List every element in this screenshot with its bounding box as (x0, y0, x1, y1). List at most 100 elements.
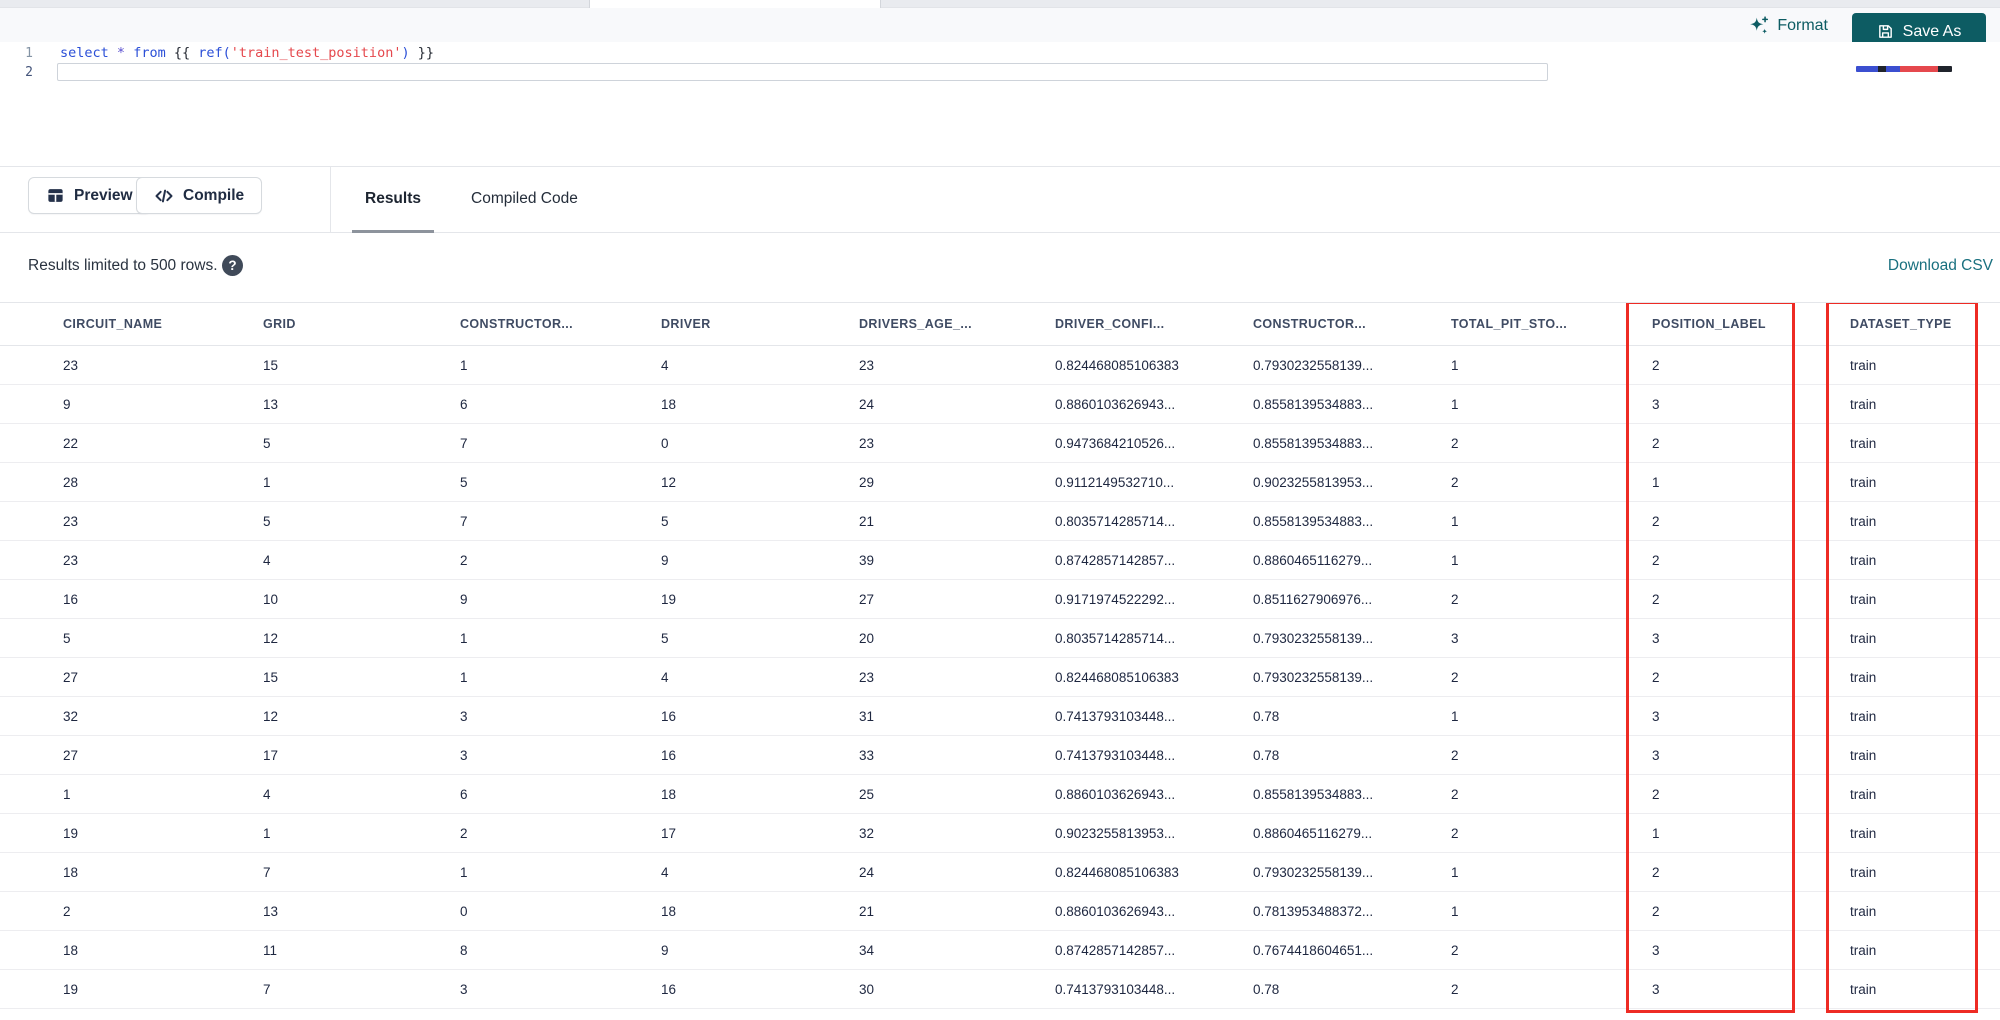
table-cell: 13 (263, 396, 279, 412)
column-header-constructor: CONSTRUCTOR... (460, 317, 574, 331)
table-cell: 0 (460, 903, 468, 919)
table-cell: 0.824468085106383 (1055, 864, 1179, 880)
table-cell: 1 (1451, 903, 1459, 919)
table-cell: 1 (1652, 474, 1660, 490)
download-csv-link[interactable]: Download CSV (1888, 257, 1993, 275)
table-cell: 12 (661, 474, 677, 490)
tab-results[interactable]: Results (352, 167, 434, 233)
table-cell: 2 (1652, 903, 1660, 919)
tab-results-label: Results (365, 189, 421, 207)
table-cell: 17 (263, 747, 279, 763)
table-cell: 1 (263, 825, 271, 841)
table-cell: 0.8035714285714... (1055, 630, 1176, 646)
table-cell: 2 (1451, 786, 1459, 802)
table-cell: 32 (63, 708, 79, 724)
active-file-tab[interactable] (589, 0, 881, 8)
table-cell: 2 (1652, 513, 1660, 529)
table-cell: 16 (661, 708, 677, 724)
preview-button[interactable]: Preview (28, 177, 151, 214)
table-cell: train (1850, 786, 1877, 802)
table-cell: 3 (460, 981, 468, 997)
table-cell: 2 (63, 903, 71, 919)
code-editor[interactable]: 1 2 select * from {{ ref('train_test_pos… (0, 42, 2000, 167)
table-cell: 0.8511627906976... (1253, 591, 1373, 607)
table-cell: 11 (263, 942, 278, 958)
table-cell: 1 (1451, 552, 1459, 568)
table-cell: 24 (859, 864, 875, 880)
table-row: 19 7 3 16 30 0.7413793103448... 0.78 2 3 train (0, 970, 2000, 1009)
table-cell: 2 (1451, 669, 1459, 685)
table-cell: 9 (661, 942, 669, 958)
table-cell: train (1850, 591, 1877, 607)
column-header-driver: DRIVER (661, 317, 711, 331)
table-cell: 4 (661, 864, 669, 880)
table-cell: 0.7413793103448... (1055, 981, 1176, 997)
table-cell: 5 (263, 513, 271, 529)
format-label: Format (1777, 16, 1828, 34)
table-cell: 23 (859, 435, 875, 451)
table-cell: 3 (1652, 396, 1660, 412)
table-cell: 2 (460, 552, 468, 568)
table-cell: 25 (859, 786, 875, 802)
table-cell: train (1850, 708, 1877, 724)
table-cell: 2 (1652, 591, 1660, 607)
table-cell: 0.78 (1253, 747, 1280, 763)
table-cell: 23 (859, 357, 875, 373)
table-cell: 12 (263, 708, 279, 724)
results-info-row: Results limited to 500 rows. ? Download … (0, 233, 2000, 302)
table-cell: 19 (661, 591, 677, 607)
table-cell: 3 (1451, 630, 1459, 646)
column-header-dataset-type: DATASET_TYPE (1850, 317, 1952, 331)
code-icon (155, 189, 173, 202)
table-row: 9 13 6 18 24 0.8860103626943... 0.855813953488… (0, 385, 2000, 424)
table-cell: 1 (1652, 825, 1660, 841)
table-cell: 0.8558139534883... (1253, 786, 1374, 802)
table-cell: 3 (1652, 942, 1660, 958)
code-token: }} (409, 45, 434, 61)
table-cell: 4 (263, 786, 271, 802)
code-token: from (133, 45, 166, 61)
table-cell: 1 (460, 864, 468, 880)
table-row: 5 12 1 5 20 0.8035714285714... 0.7930232558139… (0, 619, 2000, 658)
table-cell: train (1850, 357, 1877, 373)
table-cell: 3 (1652, 708, 1660, 724)
action-bar: Preview Compile Results Compiled Code (0, 167, 2000, 233)
table-cell: 20 (859, 630, 875, 646)
format-button[interactable]: Format (1748, 15, 1828, 36)
table-cell: 2 (1451, 942, 1459, 958)
column-header-total-pit-sto: TOTAL_PIT_STO... (1451, 317, 1568, 331)
compile-button[interactable]: Compile (136, 177, 263, 214)
table-row: 23 4 2 9 39 0.8742857142857... 0.8860465116279… (0, 541, 2000, 580)
table-cell: 0.78 (1253, 981, 1280, 997)
table-cell: 21 (859, 513, 875, 529)
table-cell: 7 (460, 513, 468, 529)
table-cell: 23 (63, 357, 79, 373)
table-cell: 18 (661, 786, 677, 802)
preview-label: Preview (74, 186, 133, 204)
compile-label: Compile (183, 186, 245, 204)
table-cell: 0.824468085106383 (1055, 669, 1179, 685)
table-body: 23 15 1 4 23 0.824468085106383 0.7930232558139… (0, 346, 2000, 1009)
table-cell: 1 (1451, 396, 1459, 412)
file-tab-strip (0, 0, 2000, 8)
table-cell: 2 (1652, 864, 1660, 880)
code-line-1: select * from {{ ref('train_test_positio… (60, 44, 434, 63)
table-cell: 3 (1652, 747, 1660, 763)
table-row: 18 11 8 9 34 0.8742857142857... 0.767441860465… (0, 931, 2000, 970)
tab-compiled-code[interactable]: Compiled Code (458, 167, 591, 233)
help-icon[interactable]: ? (222, 255, 243, 276)
table-cell: 13 (263, 903, 279, 919)
code-token: {{ (173, 45, 199, 61)
table-cell: 0.8860103626943... (1055, 903, 1176, 919)
table-cell: train (1850, 552, 1877, 568)
table-cell: 32 (859, 825, 875, 841)
table-row: 23 5 7 5 21 0.8035714285714... 0.8558139534883… (0, 502, 2000, 541)
table-cell: 18 (661, 396, 677, 412)
column-header-driver-confi: DRIVER_CONFI... (1055, 317, 1165, 331)
table-cell: 9 (661, 552, 669, 568)
table-cell: 3 (1652, 981, 1660, 997)
table-cell: train (1850, 747, 1877, 763)
table-cell: 0.7674418604651... (1253, 942, 1374, 958)
table-row: 1 4 6 18 25 0.8860103626943... 0.8558139534883… (0, 775, 2000, 814)
table-cell: 2 (1451, 825, 1459, 841)
